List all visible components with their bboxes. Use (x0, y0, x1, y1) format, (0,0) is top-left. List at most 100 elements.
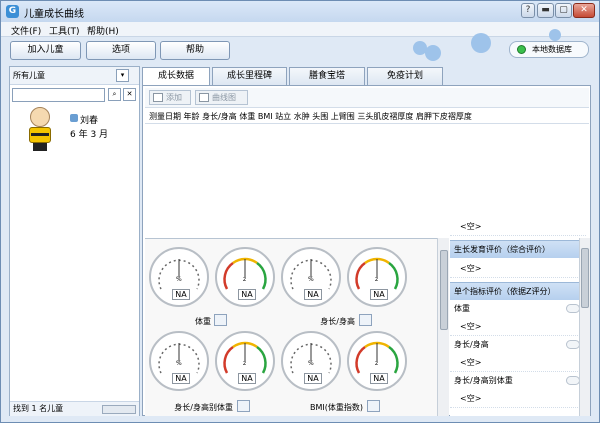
eval-item-value: <空> (450, 318, 586, 336)
status-indicator (566, 304, 580, 313)
eval-item-value: <空> (450, 354, 586, 372)
children-count-status: 找到 1 名儿童 (10, 401, 139, 416)
menu-tools[interactable]: 工具(T) (49, 24, 80, 37)
decor-flower-icon (425, 45, 441, 61)
weight-chart-icon[interactable] (214, 314, 227, 326)
svg-text:z: z (375, 276, 378, 283)
gauge-height-percentile: % NA (281, 247, 341, 307)
gauge-value: NA (238, 289, 256, 300)
eval-item-label: 身长/身高别体重 (454, 376, 513, 385)
gauge-weight-zscore: z NA (215, 247, 275, 307)
help-button[interactable]: 帮助 (160, 41, 230, 60)
height-chart-icon[interactable] (359, 314, 372, 326)
children-panel: 所有儿童 ▾ ⌕ ✕ 刘春 6 年 3 月 找到 1 名儿童 (9, 66, 140, 416)
gauge-label-weight: 体重 (195, 317, 211, 326)
gauge-bmi-zscore: z NA (347, 331, 407, 391)
svg-text:%: % (308, 360, 314, 367)
svg-text:%: % (176, 360, 182, 367)
eval-item-label: 身长/身高 (454, 340, 489, 349)
all-children-label: 所有儿童 (13, 71, 45, 80)
child-avatar-legs (33, 143, 47, 151)
growth-data-panel: 添加 曲线图 测量日期 年龄 身长/身高 体重 BMI 站立 水肿 头围 上臂围… (142, 85, 591, 416)
chart-label: 曲线图 (212, 93, 236, 102)
eval-item-label: 体重 (454, 304, 470, 313)
tab-milestones[interactable]: 成长里程碑 (212, 67, 287, 85)
window-title: 儿童成长曲线 (24, 9, 84, 20)
tab-diet-pyramid[interactable]: 膳食宝塔 (289, 67, 365, 85)
data-toolbar: 添加 曲线图 (145, 88, 589, 108)
gauge-wfh-percentile: % NA (149, 331, 209, 391)
gauge-bmi-percentile: % NA (281, 331, 341, 391)
menu-file[interactable]: 文件(F) (11, 24, 41, 37)
wfh-chart-icon[interactable] (237, 400, 250, 412)
search-input[interactable] (12, 88, 105, 102)
decor-flower-icon (549, 29, 561, 41)
database-status-badge: 本地数据库 (509, 41, 589, 58)
evaluation-panel: <空> 生长发育评价（综合评价） <空> 单个指标评价（依据Z评分） 体重 <空… (450, 216, 590, 416)
decor-flower-icon (471, 33, 491, 53)
tab-immunization[interactable]: 免疫计划 (367, 67, 443, 85)
add-record-label: 添加 (166, 93, 182, 102)
database-status-label: 本地数据库 (532, 45, 572, 54)
children-panel-header: 所有儿童 ▾ (10, 67, 139, 85)
gauge-area: % NA z NA % NA z NA 体重 身长/身高 % NA z NA %… (145, 238, 437, 416)
eval-item-value: <空> (450, 390, 586, 408)
help-window-button[interactable]: ? (521, 3, 535, 18)
options-button[interactable]: 选项 (86, 41, 156, 60)
menu-bar: 文件(F) 工具(T) 帮助(H) (1, 22, 599, 37)
gauge-value: NA (238, 373, 256, 384)
gauge-value: NA (370, 289, 388, 300)
title-bar: G 儿童成长曲线 ? ▬ ▢ ✕ (1, 1, 599, 22)
menu-help[interactable]: 帮助(H) (87, 24, 119, 37)
single-eval-header: 单个指标评价（依据Z评分） (450, 282, 586, 300)
svg-text:z: z (243, 360, 246, 367)
chart-icon (199, 93, 209, 102)
tab-growth-data[interactable]: 成长数据 (142, 67, 210, 86)
gauge-label-bmi: BMI(体重指数) (310, 403, 363, 412)
bmi-chart-icon[interactable] (367, 400, 380, 412)
child-name: 刘春 (80, 116, 99, 126)
status-indicator (566, 340, 580, 349)
overall-eval-header: 生长发育评价（综合评价） (450, 240, 586, 258)
svg-text:%: % (308, 276, 314, 283)
clear-search-icon[interactable]: ✕ (123, 88, 136, 101)
child-avatar (30, 107, 50, 127)
gender-icon (70, 114, 78, 122)
child-list-item[interactable]: 刘春 6 年 3 月 (22, 105, 132, 165)
gauge-value: NA (370, 373, 388, 384)
svg-text:z: z (375, 360, 378, 367)
gauge-wfh-zscore: z NA (215, 331, 275, 391)
add-child-button[interactable]: 加入儿童 (10, 41, 81, 60)
child-avatar-stripe (31, 133, 49, 136)
svg-text:z: z (243, 276, 246, 283)
gauge-label-height: 身长/身高 (320, 317, 355, 326)
gauge-height-zscore: z NA (347, 247, 407, 307)
overall-eval-value: <空> (450, 260, 586, 278)
status-indicator (566, 376, 580, 385)
gauge-scrollbar[interactable] (437, 238, 449, 416)
add-record-button[interactable]: 添加 (149, 90, 191, 105)
eval-item-wfh: 身长/身高别体重 (450, 372, 586, 390)
gauge-value: NA (304, 373, 322, 384)
gauge-value: NA (172, 289, 190, 300)
maximize-button[interactable]: ▢ (555, 3, 572, 18)
evaluation-scrollbar[interactable] (579, 238, 590, 416)
close-button[interactable]: ✕ (573, 3, 595, 18)
svg-text:%: % (176, 276, 182, 283)
chart-button[interactable]: 曲线图 (195, 90, 248, 105)
eval-top-value: <空> (450, 218, 586, 236)
dropdown-chevron-icon[interactable]: ▾ (116, 69, 129, 82)
gauge-label-wfh: 身长/身高别体重 (174, 403, 233, 412)
add-record-icon (153, 93, 163, 102)
gauge-weight-percentile: % NA (149, 247, 209, 307)
horizontal-scrollbar[interactable] (102, 405, 136, 414)
eval-item-height: 身长/身高 (450, 336, 586, 354)
app-logo-icon: G (6, 5, 19, 18)
gauge-value: NA (172, 373, 190, 384)
evaluation-scrollbar-thumb[interactable] (581, 248, 589, 308)
gauge-scrollbar-thumb[interactable] (440, 250, 448, 330)
minimize-button[interactable]: ▬ (537, 3, 554, 18)
eval-item-weight: 体重 (450, 300, 586, 318)
status-dot-icon (517, 45, 526, 54)
search-icon[interactable]: ⌕ (108, 88, 121, 101)
